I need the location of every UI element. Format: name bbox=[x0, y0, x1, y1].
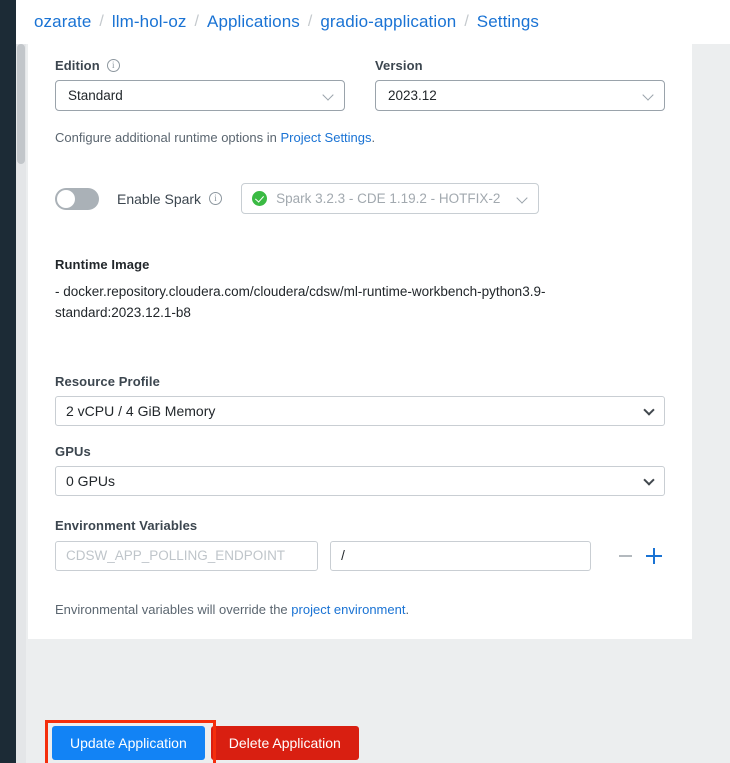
breadcrumb-separator: / bbox=[307, 13, 313, 30]
action-button-row: Update Application Delete Application bbox=[52, 726, 359, 760]
project-settings-link[interactable]: Project Settings bbox=[280, 130, 371, 145]
breadcrumb-item-application[interactable]: gradio-application bbox=[320, 12, 456, 32]
update-application-button[interactable]: Update Application bbox=[52, 726, 205, 760]
env-hint-prefix: Environmental variables will override th… bbox=[55, 601, 292, 617]
chevron-down-icon bbox=[643, 90, 654, 101]
edition-version-row: Edition i Standard Version 2023.12 bbox=[55, 44, 665, 111]
edition-label-text: Edition bbox=[55, 58, 100, 73]
version-select-value: 2023.12 bbox=[388, 88, 437, 103]
vertical-scrollbar[interactable] bbox=[16, 44, 26, 763]
environment-variable-row bbox=[55, 540, 665, 571]
runtime-hint-suffix: . bbox=[371, 130, 376, 145]
runtime-image-title: Runtime Image bbox=[55, 257, 150, 272]
gpus-select-wrap: 0 GPUs bbox=[55, 465, 665, 496]
breadcrumb-item-workspace[interactable]: ozarate bbox=[34, 12, 91, 32]
enable-spark-toggle[interactable] bbox=[55, 187, 99, 210]
resource-profile-select[interactable]: 2 vCPU / 4 GiB Memory bbox=[55, 395, 665, 426]
edition-select-value: Standard bbox=[68, 88, 123, 103]
edition-select[interactable]: Standard bbox=[55, 80, 345, 111]
info-icon[interactable]: i bbox=[209, 192, 223, 205]
environment-variables-label: Environment Variables bbox=[55, 517, 198, 533]
env-hint-suffix: . bbox=[405, 601, 410, 617]
runtime-hint-prefix: Configure additional runtime options in bbox=[55, 130, 281, 145]
breadcrumb-bar: ozarate / llm-hol-oz / Applications / gr… bbox=[16, 0, 730, 44]
breadcrumb-separator: / bbox=[194, 13, 199, 30]
environment-variables-hint: Environmental variables will override th… bbox=[55, 602, 665, 617]
scrollbar-thumb[interactable] bbox=[17, 44, 25, 164]
edition-label: Edition i bbox=[55, 58, 345, 73]
runtime-options-hint: Configure additional runtime options in … bbox=[55, 130, 665, 145]
enable-spark-row: Enable Spark i Spark 3.2.3 - CDE 1.19.2 … bbox=[55, 183, 665, 214]
breadcrumb-separator: / bbox=[464, 13, 469, 30]
breadcrumb-item-project[interactable]: llm-hol-oz bbox=[112, 12, 187, 32]
green-check-icon bbox=[252, 191, 268, 206]
gpus-select[interactable]: 0 GPUs bbox=[55, 465, 665, 496]
breadcrumb-item-settings[interactable]: Settings bbox=[477, 12, 539, 32]
spark-version-select[interactable]: Spark 3.2.3 - CDE 1.19.2 - HOTFIX-2 bbox=[241, 183, 540, 214]
version-label: Version bbox=[375, 58, 665, 73]
chevron-down-icon bbox=[517, 193, 528, 204]
page-scroll-area: Edition i Standard Version 2023.12 Confi… bbox=[16, 44, 730, 763]
gpus-label: GPUs bbox=[55, 443, 91, 459]
env-var-key-input[interactable] bbox=[55, 540, 319, 571]
plus-icon[interactable] bbox=[643, 545, 665, 567]
env-var-value-input[interactable] bbox=[330, 540, 592, 571]
edition-field: Edition i Standard bbox=[55, 58, 345, 111]
enable-spark-label: Enable Spark bbox=[117, 190, 202, 207]
breadcrumb-separator: / bbox=[99, 13, 104, 30]
runtime-image-value: - docker.repository.cloudera.com/clouder… bbox=[55, 284, 546, 320]
minus-icon[interactable] bbox=[615, 545, 637, 567]
version-label-text: Version bbox=[375, 58, 423, 73]
project-environment-link[interactable]: project environment bbox=[291, 602, 405, 617]
delete-application-button[interactable]: Delete Application bbox=[210, 726, 359, 760]
breadcrumb-item-applications[interactable]: Applications bbox=[207, 12, 300, 32]
version-select[interactable]: 2023.12 bbox=[375, 80, 665, 111]
spark-version-value: Spark 3.2.3 - CDE 1.19.2 - HOTFIX-2 bbox=[276, 191, 501, 206]
info-icon[interactable]: i bbox=[106, 59, 120, 72]
application-settings-card: Edition i Standard Version 2023.12 Confi… bbox=[28, 44, 692, 639]
version-field: Version 2023.12 bbox=[375, 58, 665, 111]
chevron-down-icon bbox=[323, 90, 334, 101]
toggle-knob bbox=[57, 189, 75, 208]
resource-profile-label: Resource Profile bbox=[55, 373, 160, 389]
resource-profile-select-wrap: 2 vCPU / 4 GiB Memory bbox=[55, 395, 665, 426]
left-nav-rail bbox=[0, 0, 16, 763]
